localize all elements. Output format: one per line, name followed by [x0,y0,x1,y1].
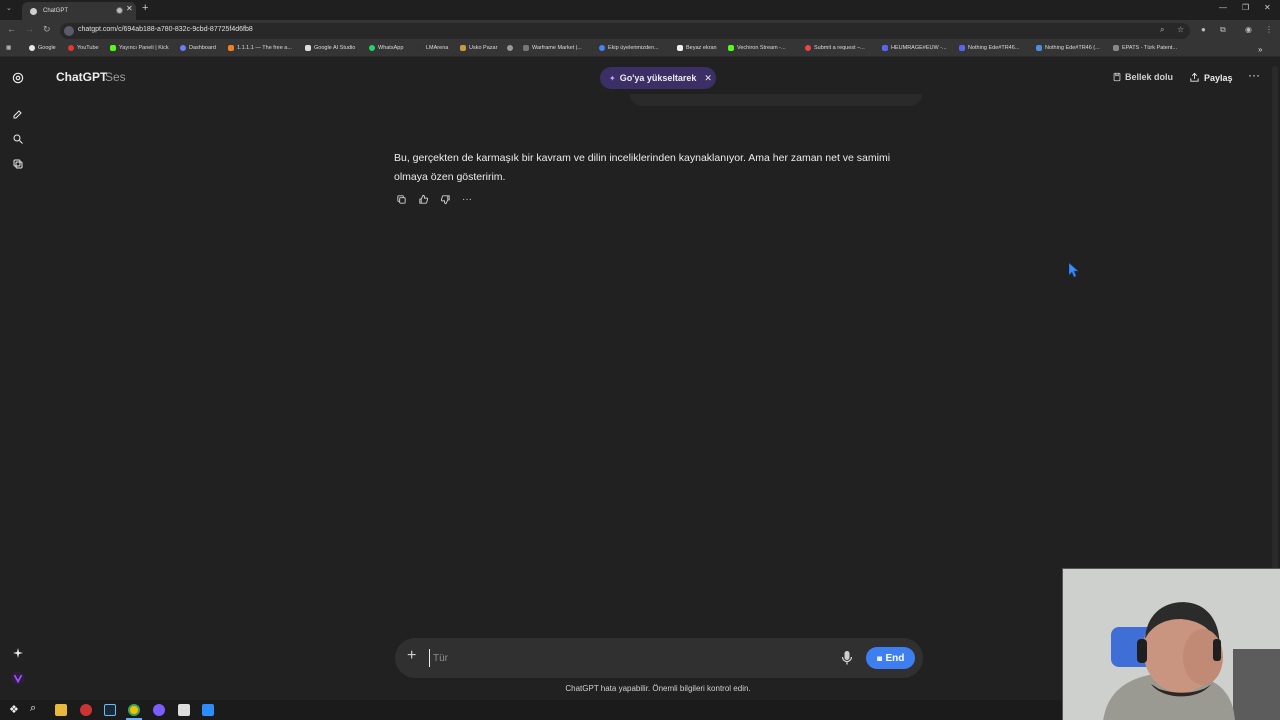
search-icon[interactable] [10,131,26,147]
bookmark-item[interactable]: Nothing Ede#TR46... [959,45,1019,51]
bookmark-item[interactable] [507,45,516,51]
bookmark-item[interactable]: Dashboard [180,45,216,51]
bookmark-item[interactable]: LMArena [417,45,448,51]
app-icon[interactable] [178,704,190,716]
composer: + ıııı End [395,638,923,678]
reload-icon[interactable]: ↻ [43,24,51,35]
browser-menu-icon[interactable]: ⋮ [1265,25,1273,34]
more-options-icon[interactable]: ··· [1248,68,1260,82]
model-mode-label[interactable]: Ses [105,70,126,84]
close-icon[interactable]: ✕ [704,73,712,84]
upgrade-label: Go'ya yükseltarek [619,73,697,83]
url-text: chatgpt.com/c/694ab188-a780-832c-9cbd-87… [78,26,253,33]
bookmark-star-icon[interactable]: ☆ [1177,25,1184,34]
add-attachment-button[interactable]: + [407,647,416,665]
extension-icon[interactable]: ● [1201,25,1206,34]
bookmark-item[interactable]: Nothing Ede#TR46 (... [1036,45,1100,51]
more-bookmarks-icon[interactable]: » [1258,45,1262,54]
new-chat-icon[interactable] [10,106,26,122]
restore-icon[interactable]: ❐ [1242,3,1249,12]
bookmark-item[interactable]: Vechiron Stream -... [728,45,786,51]
profile-icon[interactable]: ◉ [1245,25,1252,34]
bookmark-item[interactable]: 1.1.1.1 — The free a... [228,45,292,51]
app-icon[interactable] [80,704,92,716]
bookmark-item[interactable]: Ekip üyelerimizden... [599,45,659,51]
thumbs-up-icon[interactable] [416,192,430,206]
share-label: Paylaş [1204,72,1233,83]
file-explorer-icon[interactable] [55,704,67,716]
memory-full-indicator[interactable]: Bellek dolu [1112,72,1173,82]
webcam-overlay [1062,568,1280,720]
bookmark-item[interactable]: YouTube [68,45,99,51]
bookmark-item[interactable]: WhatsApp [369,45,403,51]
memory-label: Bellek dolu [1125,72,1174,82]
chrome-icon[interactable] [128,704,140,716]
browser-tabstrip: ⌄ ChatGPT ✕ + — ❐ ✕ [0,0,1280,20]
waveform-icon: ıııı [876,653,883,663]
openai-logo-icon[interactable] [10,70,26,86]
bookmark-item[interactable]: Beyaz ekran [677,45,717,51]
bookmark-item[interactable]: Warframe Market |... [523,45,582,51]
bookmark-item[interactable]: EPATS - Türk Patent... [1113,45,1177,51]
tab-search-icon[interactable]: ⌄ [6,4,12,12]
microphone-icon[interactable] [841,650,853,666]
mouse-cursor-icon [1069,263,1079,277]
bookmarks-bar: ▦ Google YouTube Yayıncı Paneli | Kick D… [0,42,1280,57]
recording-icon [116,7,123,14]
left-rail [0,58,36,700]
bookmark-item[interactable]: Yayıncı Paneli | Kick [110,45,169,51]
bookmark-item[interactable]: Google AI Studio [305,45,355,51]
share-button[interactable]: Paylaş [1189,72,1233,83]
os-taskbar: ❖ ⌕ [0,700,1062,720]
back-icon[interactable]: ← [7,24,16,34]
browser-tab[interactable]: ChatGPT ✕ [22,2,136,20]
webcam-feed [1063,569,1280,720]
taskbar-search-icon[interactable]: ⌕ [30,702,42,714]
message-input[interactable] [429,649,809,667]
steam-icon[interactable] [104,704,116,716]
site-info-icon[interactable] [64,26,74,36]
message-actions: ··· [394,192,474,206]
sparkle-icon[interactable] [10,645,26,661]
app-icon[interactable] [202,704,214,716]
chatgpt-favicon-icon [30,7,37,15]
bookmark-item[interactable]: Submit a request –... [805,45,865,51]
end-label: End [885,652,905,664]
windows-start-icon[interactable]: ❖ [9,703,21,716]
share-icon [1190,72,1199,82]
sparkle-icon: ✦ [609,73,616,83]
memory-icon [1113,72,1121,82]
bookmark-item[interactable]: Uskо Pazar [460,45,497,51]
new-tab-button[interactable]: + [142,2,148,14]
assistant-message: Bu, gerçekten de karmaşık bir kavram ve … [394,152,891,183]
end-voice-button[interactable]: ıııı End [866,647,915,669]
close-tab-icon[interactable]: ✕ [126,4,133,13]
thumbs-down-icon[interactable] [438,192,452,206]
browser-toolbar: ← → ↻ chatgpt.com/c/694ab188-a780-832c-9… [0,20,1280,42]
upgrade-pill[interactable]: ✦ Go'ya yükseltarek ✕ [600,67,716,89]
address-bar[interactable]: chatgpt.com/c/694ab188-a780-832c-9cbd-87… [60,23,1190,39]
bookmark-item[interactable]: Google [29,45,56,51]
more-actions-icon[interactable]: ··· [460,192,474,206]
minimize-icon[interactable]: — [1219,3,1227,12]
app-icon[interactable] [153,704,165,716]
extensions-puzzle-icon[interactable]: ⧉ [1220,25,1226,35]
zoom-icon[interactable]: ⌕ [1160,25,1164,35]
app-title[interactable]: ChatGPT [56,70,107,84]
apps-icon[interactable]: ▦ [6,45,11,51]
bookmark-item[interactable]: HEUMRAGE#EUW -... [882,45,947,51]
window-close-icon[interactable]: ✕ [1264,3,1271,12]
forward-icon[interactable]: → [25,24,34,34]
tab-title: ChatGPT [43,8,69,14]
library-icon[interactable] [10,156,26,172]
copy-icon[interactable] [394,192,408,206]
user-message-bubble [630,94,922,106]
